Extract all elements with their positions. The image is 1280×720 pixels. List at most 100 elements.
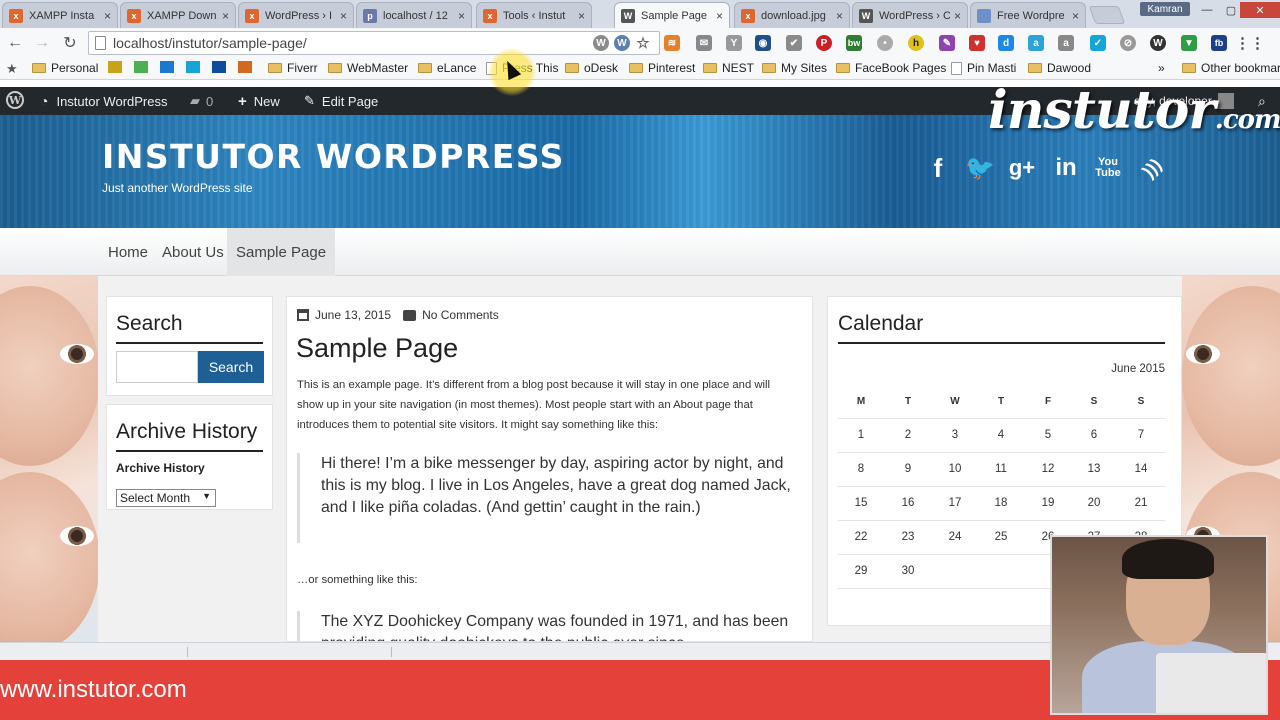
close-tab-icon[interactable]: × [340,9,347,23]
browser-tab[interactable]: x XAMPP Down × [120,2,236,28]
forward-icon[interactable]: → [31,32,53,54]
twitter-icon[interactable]: 🐦 [963,151,997,185]
wordpress-favicon-icon: W [621,8,635,23]
honey-icon[interactable]: h [908,35,924,51]
wordpress-extension-icon[interactable]: W [1150,35,1166,51]
url-field[interactable]: localhost/instutor/sample-page/ [88,31,660,55]
site-title[interactable]: INSTUTOR WORDPRESS [102,137,565,176]
page-favicon-icon [977,8,991,23]
tab-label: XAMPP Down [147,9,217,22]
bookmark-nest[interactable]: NEST [703,61,754,75]
search-input[interactable] [116,351,198,383]
google-plus-icon[interactable]: g+ [1005,151,1039,185]
post-date[interactable]: June 13, 2015 [315,308,391,322]
bookmark-pin-masti[interactable]: Pin Masti [951,61,1016,75]
post-comments-link[interactable]: No Comments [422,308,499,322]
new-tab-button[interactable] [1088,6,1126,24]
new-content-link[interactable]: + New [238,93,280,110]
wordpress-logo-icon[interactable]: W [6,91,24,109]
facebook-extension-icon[interactable]: fb [1211,35,1227,51]
nav-about-us[interactable]: About Us [153,228,233,276]
more-bookmarks-icon[interactable]: » [1158,61,1165,75]
comments-link[interactable]: ▰ 0 [190,93,213,109]
extension-a-icon[interactable]: a [1058,35,1074,51]
archive-month-select[interactable]: Select Month ▼ [116,489,216,507]
dropbox-icon[interactable] [160,61,174,73]
window-close-icon[interactable]: ✕ [1240,2,1280,18]
shield-icon[interactable]: ▼ [1181,35,1197,51]
close-tab-icon[interactable]: × [836,9,843,23]
buffer-icon[interactable]: bw [846,35,862,51]
yslow-icon[interactable]: Y [726,35,742,51]
nav-sample-page[interactable]: Sample Page [227,228,336,276]
apps-grid-icon[interactable]: ⋮⋮ [1235,35,1265,52]
browser-tab[interactable]: Free Wordpre × [970,2,1086,28]
close-tab-icon[interactable]: × [1072,9,1079,23]
folder-icon [328,63,342,73]
calendar-day: 13 [1087,463,1101,475]
mail-icon[interactable]: ✉ [696,35,712,51]
close-tab-icon[interactable]: × [458,9,465,23]
site-name-link[interactable]: ◔ Instutor WordPress [40,93,168,109]
bookmark-facebook-pages[interactable]: FaceBook Pages [836,61,946,75]
browser-tab[interactable]: x XAMPP Insta × [2,2,118,28]
browser-tab[interactable]: x download.jpg × [734,2,850,28]
blogger-icon[interactable] [238,61,252,73]
extension-icon[interactable]: • [877,35,893,51]
search-button[interactable]: Search [198,351,264,383]
profile-badge[interactable]: Kamran [1140,2,1190,16]
browser-tab[interactable]: p localhost / 12 × [356,2,472,28]
close-tab-icon[interactable]: × [716,9,723,23]
extension-icon[interactable]: ⊘ [1120,35,1136,51]
rss-extension-icon[interactable]: ≋ [664,35,680,51]
wordpress-extension-icon[interactable]: W [593,35,609,51]
bookmark-personal[interactable]: Personal [32,61,98,75]
bookmark-webmaster[interactable]: WebMaster [328,61,408,75]
extension-icon[interactable]: ✔ [786,35,802,51]
close-tab-icon[interactable]: × [222,9,229,23]
pinterest-icon[interactable]: P [816,35,832,51]
extension-icon[interactable] [186,61,200,73]
feather-icon[interactable]: ✎ [939,35,955,51]
download-item[interactable] [8,647,188,657]
minimize-icon[interactable]: — [1196,2,1218,18]
reload-icon[interactable]: ↻ [59,32,81,54]
bookmark-other[interactable]: Other bookmar [1182,61,1280,75]
bookmark-odesk[interactable]: oDesk [565,61,618,75]
bookmark-label: My Sites [781,61,828,75]
facebook-icon[interactable]: f [921,151,955,185]
bookmark-elance[interactable]: eLance [418,61,476,75]
bookmark-fiverr[interactable]: Fiverr [268,61,318,75]
browser-tab[interactable]: W WordPress › C × [852,2,968,28]
extension-icon[interactable]: ✓ [1090,35,1106,51]
nav-home[interactable]: Home [99,228,157,276]
linkedin-icon[interactable]: in [1049,151,1083,185]
browser-tab[interactable]: x Tools ‹ Instut × [476,2,592,28]
star-bookmark-icon[interactable]: ☆ [635,35,651,52]
paypal-icon[interactable] [212,61,226,73]
page-info-icon[interactable] [95,36,106,50]
browser-tab-active[interactable]: W Sample Page × [614,2,730,28]
shortcut-icon[interactable] [108,61,122,73]
bookmark-pinterest[interactable]: Pinterest [629,61,695,75]
download-item[interactable] [206,647,392,657]
close-tab-icon[interactable]: × [954,9,961,23]
calendar-day: 29 [854,565,868,577]
extension-d-icon[interactable]: d [998,35,1014,51]
folder-icon [836,63,850,73]
wordpress-extension-icon[interactable]: W [614,35,630,51]
edit-page-link[interactable]: ✎ Edit Page [304,93,378,109]
youtube-icon[interactable]: You Tube [1091,151,1125,185]
maximize-icon[interactable]: ▢ [1220,2,1242,18]
rss-icon[interactable]: ))) [1128,144,1176,192]
close-tab-icon[interactable]: × [104,9,111,23]
browser-tab[interactable]: x WordPress › I × [238,2,354,28]
close-tab-icon[interactable]: × [578,9,585,23]
extension-icon[interactable]: ◉ [755,35,771,51]
bookmark-my-sites[interactable]: My Sites [762,61,827,75]
drive-icon[interactable] [134,61,148,73]
extension-a-icon[interactable]: a [1028,35,1044,51]
heart-icon[interactable]: ♥ [969,35,985,51]
back-icon[interactable]: ← [4,32,26,54]
bookmark-dawood[interactable]: Dawood [1028,61,1091,75]
